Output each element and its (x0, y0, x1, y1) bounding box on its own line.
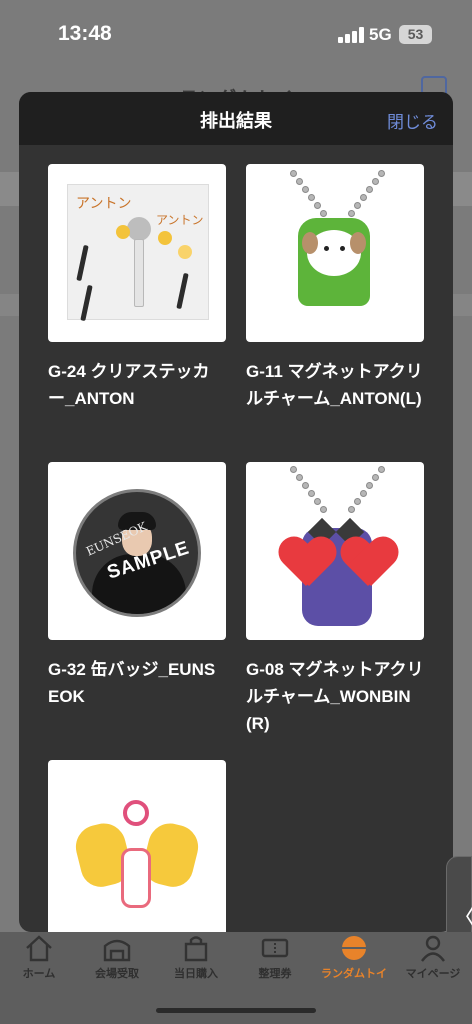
nav-label: 当日購入 (174, 968, 218, 980)
can-badge-image: EUNSEOK SAMPLE (73, 489, 201, 617)
random-toy-icon (342, 936, 366, 960)
item-image-acrylic-charm (246, 164, 424, 342)
nav-label: ランダムトイ (321, 968, 387, 980)
status-bar: 13:48 5G 53 (0, 0, 472, 70)
item-image-can-badge: EUNSEOK SAMPLE (48, 462, 226, 640)
result-modal: 排出結果 閉じる アントン アントン G-24 クリアステッカー_ANTON G… (19, 92, 453, 932)
result-item[interactable]: EUNSEOK SAMPLE G-32 缶バッジ_EUNSEOK (48, 462, 226, 710)
heart-icon (278, 538, 334, 588)
nav-ticket[interactable]: 整理券 (236, 932, 314, 992)
nav-mypage[interactable]: マイページ (394, 932, 472, 992)
modal-header: 排出結果 閉じる (19, 92, 453, 145)
ticket-icon (261, 938, 289, 958)
item-label: G-11 マグネットアクリルチャーム_ANTON(L) (246, 362, 423, 408)
nav-venue[interactable]: 会場受取 (78, 932, 156, 992)
result-item[interactable]: G-11 マグネットアクリルチャーム_ANTON(L) (246, 164, 424, 412)
sticker-text-small: アントン (156, 213, 204, 227)
close-button[interactable]: 閉じる (387, 108, 438, 133)
item-image-sticker: アントン アントン (48, 164, 226, 342)
nav-label: 会場受取 (95, 968, 139, 980)
item-label: G-24 クリアステッカー_ANTON (48, 362, 210, 408)
keyring-icon (123, 800, 149, 826)
dog-charm-image (298, 218, 370, 306)
home-indicator (156, 1008, 316, 1013)
network-type: 5G (369, 25, 392, 44)
result-item[interactable]: G-08 マグネットアクリルチャーム_WONBIN(R) (246, 462, 424, 737)
item-image-keyring (48, 760, 226, 932)
nav-label: 整理券 (258, 968, 292, 980)
nav-random-toy[interactable]: ランダムトイ (315, 932, 393, 992)
sticker-text: アントン (76, 196, 132, 212)
shopping-bag-icon (184, 936, 208, 962)
chevron-left-icon: 〈 (452, 897, 472, 932)
user-icon (421, 935, 445, 962)
status-time: 13:48 (58, 22, 112, 45)
venue-icon (103, 939, 131, 962)
item-label: G-32 缶バッジ_EUNSEOK (48, 660, 216, 706)
home-icon (26, 935, 52, 962)
heart-icon (340, 538, 396, 588)
nav-home[interactable]: ホーム (0, 932, 78, 992)
item-label: G-08 マグネットアクリルチャーム_WONBIN(R) (246, 660, 424, 733)
microphone-icon (127, 217, 151, 309)
signal-icon (338, 27, 364, 43)
nav-label: ホーム (22, 968, 56, 980)
result-item[interactable] (48, 760, 226, 932)
nav-label: マイページ (405, 968, 461, 980)
charm-image (121, 848, 151, 908)
battery-icon: 53 (399, 25, 432, 44)
nav-purchase[interactable]: 当日購入 (157, 932, 235, 992)
sticker-sheet-image: アントン アントン (67, 184, 209, 322)
item-image-acrylic-charm (246, 462, 424, 640)
result-item[interactable]: アントン アントン G-24 クリアステッカー_ANTON (48, 164, 226, 412)
